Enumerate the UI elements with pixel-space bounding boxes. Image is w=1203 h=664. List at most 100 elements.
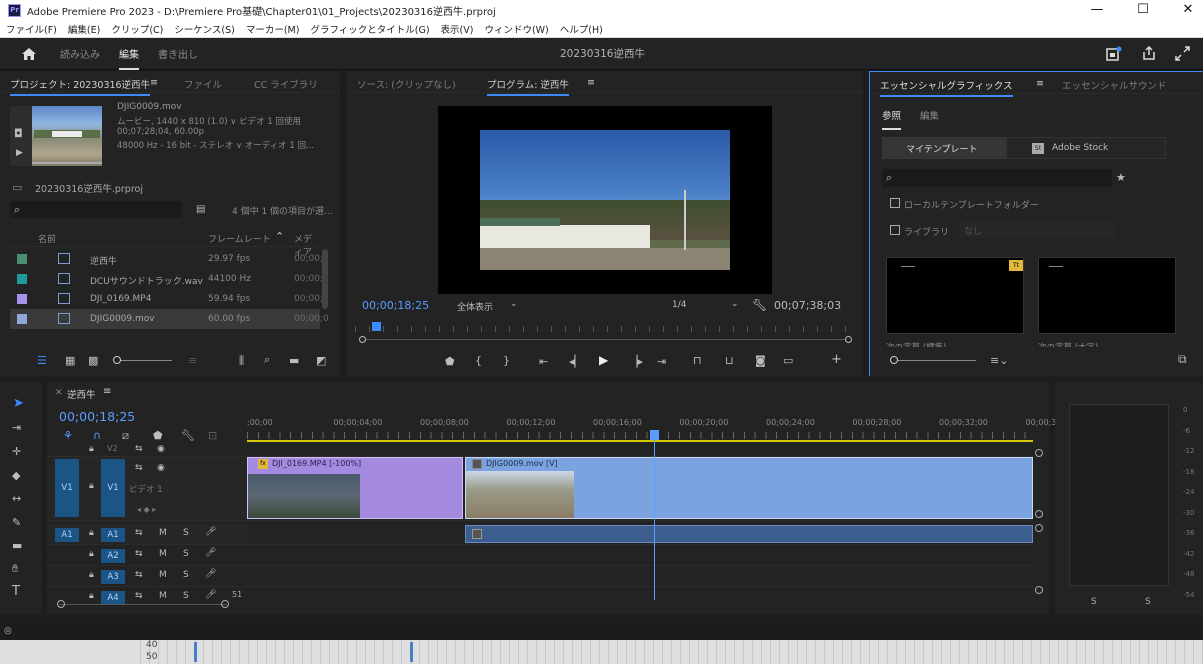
local-folder-checkbox[interactable] (890, 198, 900, 208)
sort-lines-icon[interactable]: ≡⌄ (990, 355, 1008, 366)
track-label-audio[interactable]: A3 (101, 570, 125, 584)
vertical-zoom-handle[interactable] (1035, 449, 1043, 457)
solo-button[interactable]: S (183, 570, 189, 580)
subtab-edit[interactable]: 編集 (920, 108, 939, 122)
mute-button[interactable]: M (159, 591, 167, 601)
microphone-icon[interactable]: 🎤︎ (205, 590, 216, 600)
microphone-icon[interactable]: 🎤︎ (205, 548, 216, 558)
maximize-button[interactable]: ☐ (1128, 0, 1158, 20)
my-templates-button[interactable]: マイテンプレート (882, 137, 1006, 159)
project-item[interactable]: 逆西牛 29.97 fps 00;00;0 (10, 249, 329, 269)
track-label-v1[interactable]: V1 (101, 459, 125, 517)
pen-tool-icon[interactable]: ✎ (12, 517, 21, 528)
new-folder-icon[interactable]: ▬ (289, 355, 299, 366)
thumb-size-handle[interactable] (890, 356, 898, 364)
program-zoom-bar[interactable] (361, 339, 851, 340)
scroll-handle-right[interactable] (221, 600, 229, 608)
minimize-button[interactable]: — (1082, 0, 1112, 20)
vertical-zoom-handle[interactable] (1035, 524, 1043, 532)
chevron-down-icon[interactable]: ⌄ (731, 299, 739, 309)
project-item[interactable]: DJIG0009.mov 60.00 fps 00;00;0 (10, 309, 329, 329)
clip-djig0009[interactable]: DJIG0009.mov [V] (465, 457, 1033, 519)
menu-file[interactable]: ファイル(F) (6, 22, 57, 36)
track-label-v2[interactable]: V2 (107, 444, 118, 453)
eye-icon[interactable]: ◉ (157, 463, 165, 473)
nest-icon[interactable]: ⚘ (63, 430, 73, 441)
wrench-icon[interactable]: 🔧︎ (752, 298, 767, 312)
track-label-audio[interactable]: A4 (101, 591, 125, 605)
add-marker-icon[interactable]: ⬟ (445, 356, 455, 367)
lift-icon[interactable]: ⊓ (693, 355, 702, 366)
tab-files[interactable]: ファイル (184, 77, 222, 91)
sync-lock-icon[interactable]: ⇆ (135, 444, 143, 454)
list-view-icon[interactable]: ☰ (37, 355, 47, 366)
new-graphic-icon[interactable]: ⧉ (1178, 353, 1187, 365)
go-to-out-icon[interactable]: ⇥ (657, 356, 666, 367)
mark-in-icon[interactable]: { (475, 355, 482, 366)
solo-button[interactable]: S (183, 549, 189, 559)
tab-import[interactable]: 読み込み (60, 46, 100, 61)
track-label-audio[interactable]: A1 (101, 528, 125, 542)
sync-lock-icon[interactable]: ⇆ (135, 549, 143, 559)
audio-clip[interactable] (465, 525, 1033, 543)
library-checkbox[interactable] (890, 225, 900, 235)
mute-button[interactable]: M (159, 528, 167, 538)
freeform-view-icon[interactable]: ▩ (88, 355, 98, 366)
lock-icon[interactable]: 🔒︎ (89, 570, 94, 580)
menu-edit[interactable]: 編集(E) (68, 22, 100, 36)
new-bin-icon[interactable]: ▤ (196, 204, 205, 215)
close-button[interactable]: ✕ (1173, 0, 1203, 20)
razor-tool-icon[interactable]: ◆ (12, 470, 20, 481)
project-item[interactable]: DCUサウンドトラック.wav 44100 Hz 00;00;0 (10, 269, 329, 289)
sort-icon[interactable]: ≡ (188, 355, 197, 366)
add-button-icon[interactable]: + (831, 353, 842, 366)
template-search-input[interactable]: ⌕ (882, 169, 1112, 187)
go-to-in-icon[interactable]: ⇤ (539, 356, 548, 367)
automate-sequence-icon[interactable]: ⫼ (239, 355, 244, 366)
snap-icon[interactable]: ∩ (93, 430, 101, 441)
fit-dropdown[interactable]: 全体表示 (457, 300, 493, 313)
sort-up-icon[interactable]: ⌃ (275, 230, 284, 243)
mark-out-icon[interactable]: } (503, 355, 510, 366)
tab-essential-sound[interactable]: エッセンシャルサウンド (1062, 78, 1167, 92)
zoom-slider[interactable] (114, 360, 172, 361)
program-timecode[interactable]: 00;00;18;25 (362, 299, 429, 312)
label-color-swatch[interactable] (17, 254, 27, 264)
new-item-icon[interactable]: ◩ (316, 355, 326, 366)
track-select-icon[interactable]: ⇥ (12, 422, 21, 433)
project-item[interactable]: DJI_0169.MP4 59.94 fps 00;00;0 (10, 289, 329, 309)
menu-view[interactable]: 表示(V) (441, 22, 474, 36)
sync-lock-icon[interactable]: ⇆ (135, 591, 143, 601)
microphone-icon[interactable]: 🎤︎ (205, 569, 216, 579)
play-button[interactable]: ▶ (599, 354, 608, 366)
panel-menu-icon[interactable]: ≡ (150, 77, 158, 88)
zoom-handle-right[interactable] (845, 336, 852, 343)
icon-view-icon[interactable]: ▦ (65, 355, 75, 366)
star-icon[interactable]: ★ (1116, 172, 1126, 183)
sync-lock-icon[interactable]: ⇆ (135, 463, 143, 473)
program-monitor[interactable] (438, 106, 772, 294)
safe-margins-icon[interactable]: ▭ (783, 355, 793, 366)
vertical-zoom-handle[interactable] (1035, 510, 1043, 518)
linked-selection-icon[interactable]: ⧄ (122, 430, 129, 441)
column-framerate[interactable]: フレームレート (208, 232, 271, 245)
menu-help[interactable]: ヘルプ(H) (560, 22, 603, 36)
track-label-audio[interactable]: A2 (101, 549, 125, 563)
solo-right-button[interactable]: S (1145, 597, 1151, 607)
timeline-playhead[interactable] (650, 430, 660, 600)
vertical-zoom-handle[interactable] (1035, 586, 1043, 594)
hand-tool-icon[interactable]: ✋︎ (12, 563, 18, 574)
label-color-swatch[interactable] (17, 274, 27, 284)
tab-project[interactable]: プロジェクト: 20230316逆西牛 (10, 77, 151, 96)
project-scrollbar[interactable] (322, 249, 328, 309)
zoom-handle-left[interactable] (359, 336, 366, 343)
label-color-swatch[interactable] (17, 294, 27, 304)
camera-icon[interactable]: ◘ (14, 128, 23, 139)
program-menu-icon[interactable]: ≡ (587, 77, 595, 88)
add-marker-icon[interactable]: ⬟ (153, 430, 163, 441)
subtab-browse[interactable]: 参照 (882, 108, 902, 130)
lock-icon[interactable]: 🔒︎ (89, 481, 94, 491)
find-icon[interactable]: ⌕ (264, 354, 270, 365)
fullscreen-icon[interactable] (1175, 46, 1190, 61)
tab-edit[interactable]: 編集 (119, 46, 139, 70)
